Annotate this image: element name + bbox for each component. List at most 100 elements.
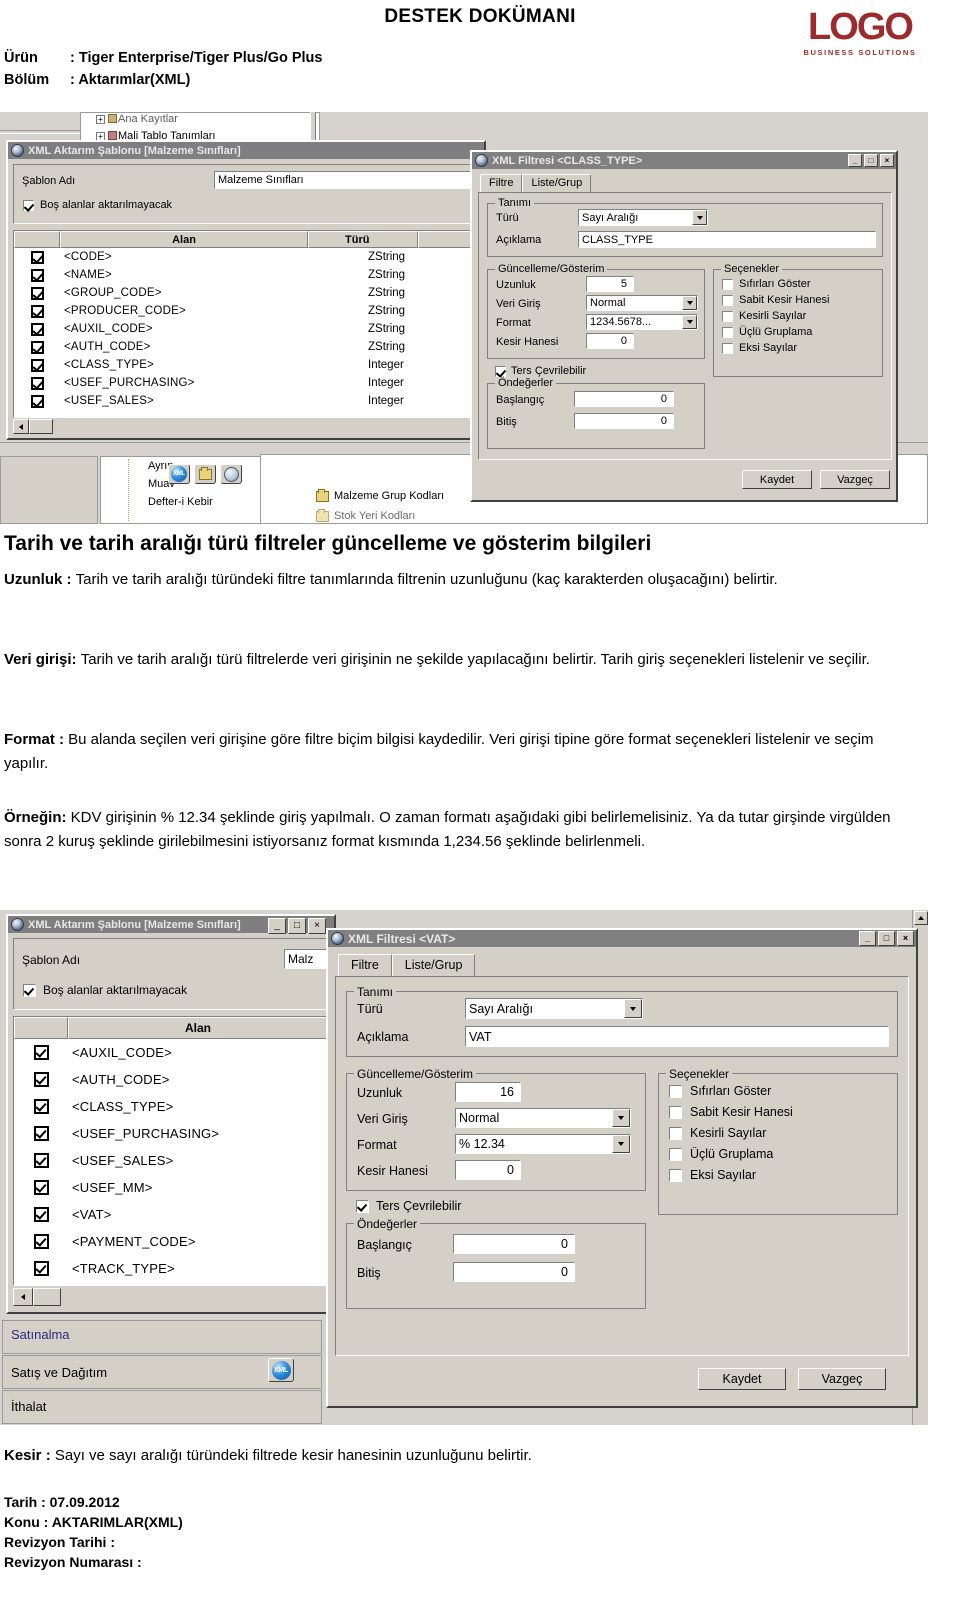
nav-item-ithalat[interactable]: İthalat bbox=[11, 1399, 46, 1414]
row-checkbox-cell[interactable] bbox=[14, 358, 60, 372]
bitis-input-1[interactable]: 0 bbox=[574, 413, 674, 429]
format-combo-2[interactable]: % 12.34 bbox=[455, 1134, 631, 1154]
grid-col-check-1[interactable] bbox=[14, 231, 60, 248]
maximize-icon-2[interactable]: □ bbox=[878, 931, 895, 946]
table-row[interactable]: <AUXIL_CODE> bbox=[14, 1039, 328, 1066]
table-row[interactable]: <CODE> ZString bbox=[14, 248, 478, 266]
checkbox-icon[interactable] bbox=[33, 1099, 49, 1114]
checkbox-icon[interactable] bbox=[722, 310, 733, 322]
tab-liste-grup-1[interactable]: Liste/Grup bbox=[522, 174, 592, 192]
table-row[interactable]: <CLASS_TYPE> Integer bbox=[14, 356, 478, 374]
globe-icon[interactable] bbox=[220, 464, 242, 484]
row-checkbox-cell[interactable] bbox=[14, 268, 60, 282]
row-checkbox-cell[interactable] bbox=[14, 1234, 68, 1249]
grid-col-extra-1[interactable] bbox=[418, 231, 478, 248]
shot1-toolbar[interactable]: XML bbox=[168, 464, 242, 484]
kesir-hanesi-input-1[interactable]: 0 bbox=[586, 333, 634, 349]
option-row[interactable]: Üçlü Gruplama bbox=[669, 1147, 897, 1161]
checkbox-icon[interactable] bbox=[33, 1045, 49, 1060]
close-icon-2[interactable]: × bbox=[897, 931, 914, 946]
tree-expand-icon-0[interactable]: + bbox=[96, 115, 105, 124]
row-checkbox-cell[interactable] bbox=[14, 376, 60, 390]
option-row[interactable]: Sabit Kesir Hanesi bbox=[669, 1105, 897, 1119]
option-row[interactable]: Kesirli Sayılar bbox=[669, 1126, 897, 1140]
table-row[interactable]: <VAT> bbox=[14, 1201, 328, 1228]
checkbox-icon[interactable] bbox=[30, 340, 44, 354]
chevron-down-icon-veri-giris-1[interactable] bbox=[682, 296, 697, 310]
ters-cevrilebilir-row-2[interactable]: Ters Çevrilebilir bbox=[356, 1199, 461, 1213]
turu-combo-1[interactable]: Sayı Aralığı bbox=[578, 209, 708, 226]
ters-cevrilebilir-checkbox-1[interactable] bbox=[495, 365, 506, 377]
shot2-toolbar[interactable]: XML bbox=[268, 1358, 294, 1382]
format-combo-1[interactable]: 1234.5678... bbox=[586, 314, 698, 330]
option-row[interactable]: Sıfırları Göster bbox=[722, 278, 882, 290]
table-row[interactable]: <USEF_SALES> Integer bbox=[14, 392, 478, 410]
minimize-icon-1[interactable]: _ bbox=[848, 154, 862, 167]
option-row[interactable]: Kesirli Sayılar bbox=[722, 310, 882, 322]
xml-export-icon[interactable]: XML bbox=[168, 464, 190, 484]
checkbox-icon[interactable] bbox=[30, 268, 44, 282]
bg-tree-item-6[interactable]: Stok Yeri Kodları bbox=[334, 510, 415, 522]
chevron-down-icon-veri-giris-2[interactable] bbox=[612, 1109, 630, 1127]
close-icon-1[interactable]: × bbox=[880, 154, 894, 167]
cancel-button-2[interactable]: Vazgeç bbox=[798, 1368, 886, 1390]
table-row[interactable]: <AUTH_CODE> ZString bbox=[14, 338, 478, 356]
option-row[interactable]: Eksi Sayılar bbox=[669, 1168, 897, 1182]
table-row[interactable]: <AUXIL_CODE> ZString bbox=[14, 320, 478, 338]
tab-liste-grup-2[interactable]: Liste/Grup bbox=[391, 954, 476, 976]
table-row[interactable]: <PAYMENT_CODE> bbox=[14, 1228, 328, 1255]
row-checkbox-cell[interactable] bbox=[14, 1126, 68, 1141]
grid-col-alan-2[interactable]: Alan bbox=[68, 1017, 328, 1039]
row-checkbox-cell[interactable] bbox=[14, 304, 60, 318]
ters-cevrilebilir-row-1[interactable]: Ters Çevrilebilir bbox=[495, 365, 586, 377]
checkbox-icon[interactable] bbox=[30, 376, 44, 390]
checkbox-icon[interactable] bbox=[669, 1105, 682, 1119]
field-grid-2[interactable]: Alan <AUXIL_CODE> <AUTH_CODE> <CLASS_TYPE>… bbox=[13, 1016, 329, 1286]
chevron-down-icon-format-1[interactable] bbox=[682, 315, 697, 329]
checkbox-icon[interactable] bbox=[33, 1072, 49, 1087]
option-row[interactable]: Sabit Kesir Hanesi bbox=[722, 294, 882, 306]
save-button-2[interactable]: Kaydet bbox=[698, 1368, 786, 1390]
bg-tree-item-6-row[interactable]: Stok Yeri Kodları bbox=[316, 508, 415, 522]
checkbox-icon[interactable] bbox=[722, 278, 733, 290]
xml-filter-tabs-1[interactable]: Filtre Liste/Grup bbox=[480, 174, 592, 192]
ters-cevrilebilir-checkbox-2[interactable] bbox=[356, 1199, 369, 1213]
checkbox-icon[interactable] bbox=[669, 1147, 682, 1161]
checkbox-icon[interactable] bbox=[33, 1207, 49, 1222]
uzunluk-input-1[interactable]: 5 bbox=[586, 276, 634, 292]
bitis-input-2[interactable]: 0 bbox=[453, 1262, 575, 1282]
minimize-icon-template-2[interactable]: _ bbox=[268, 918, 286, 934]
table-row[interactable]: <TRACK_TYPE> bbox=[14, 1255, 328, 1282]
table-row[interactable]: <USEF_PURCHASING> bbox=[14, 1120, 328, 1147]
aciklama-input-1[interactable]: CLASS_TYPE bbox=[578, 231, 876, 248]
table-row[interactable]: <USEF_SALES> bbox=[14, 1147, 328, 1174]
checkbox-icon[interactable] bbox=[30, 286, 44, 300]
tab-filtre-2[interactable]: Filtre bbox=[338, 954, 392, 976]
checkbox-icon[interactable] bbox=[30, 322, 44, 336]
scroll-thumb-1[interactable] bbox=[29, 419, 53, 434]
row-checkbox-cell[interactable] bbox=[14, 1045, 68, 1060]
veri-giris-combo-1[interactable]: Normal bbox=[586, 295, 698, 311]
checkbox-icon[interactable] bbox=[669, 1084, 682, 1098]
table-row[interactable]: <AUTH_CODE> bbox=[14, 1066, 328, 1093]
row-checkbox-cell[interactable] bbox=[14, 322, 60, 336]
bos-alanlar-checkbox-row-2[interactable]: Boş alanlar aktarılmayacak bbox=[23, 983, 187, 997]
table-row[interactable]: <CLASS_TYPE> bbox=[14, 1093, 328, 1120]
row-checkbox-cell[interactable] bbox=[14, 1207, 68, 1222]
field-grid-1[interactable]: Alan Türü <CODE> ZString <NAME> ZString <GRO… bbox=[13, 230, 479, 418]
xml-filter-tabs-2[interactable]: Filtre Liste/Grup bbox=[338, 954, 476, 976]
folder-icon[interactable] bbox=[194, 464, 216, 484]
sablon-adi-input-2[interactable]: Malz bbox=[284, 949, 330, 969]
checkbox-icon[interactable] bbox=[30, 358, 44, 372]
row-checkbox-cell[interactable] bbox=[14, 250, 60, 264]
grid-col-check-2[interactable] bbox=[14, 1017, 68, 1039]
bos-alanlar-checkbox-1[interactable] bbox=[23, 199, 34, 211]
grid-col-turu-1[interactable]: Türü bbox=[308, 231, 418, 248]
checkbox-icon[interactable] bbox=[33, 1261, 49, 1276]
table-row[interactable]: <GROUP_CODE> ZString bbox=[14, 284, 478, 302]
bg-tree-item-5-row[interactable]: Malzeme Grup Kodları bbox=[316, 488, 444, 502]
option-row[interactable]: Üçlü Gruplama bbox=[722, 326, 882, 338]
xml-filter-titlebar-1[interactable]: XML Filtresi <CLASS_TYPE> _ □ × bbox=[472, 152, 896, 169]
aciklama-input-2[interactable]: VAT bbox=[465, 1026, 889, 1047]
table-row[interactable]: <PRODUCER_CODE> ZString bbox=[14, 302, 478, 320]
